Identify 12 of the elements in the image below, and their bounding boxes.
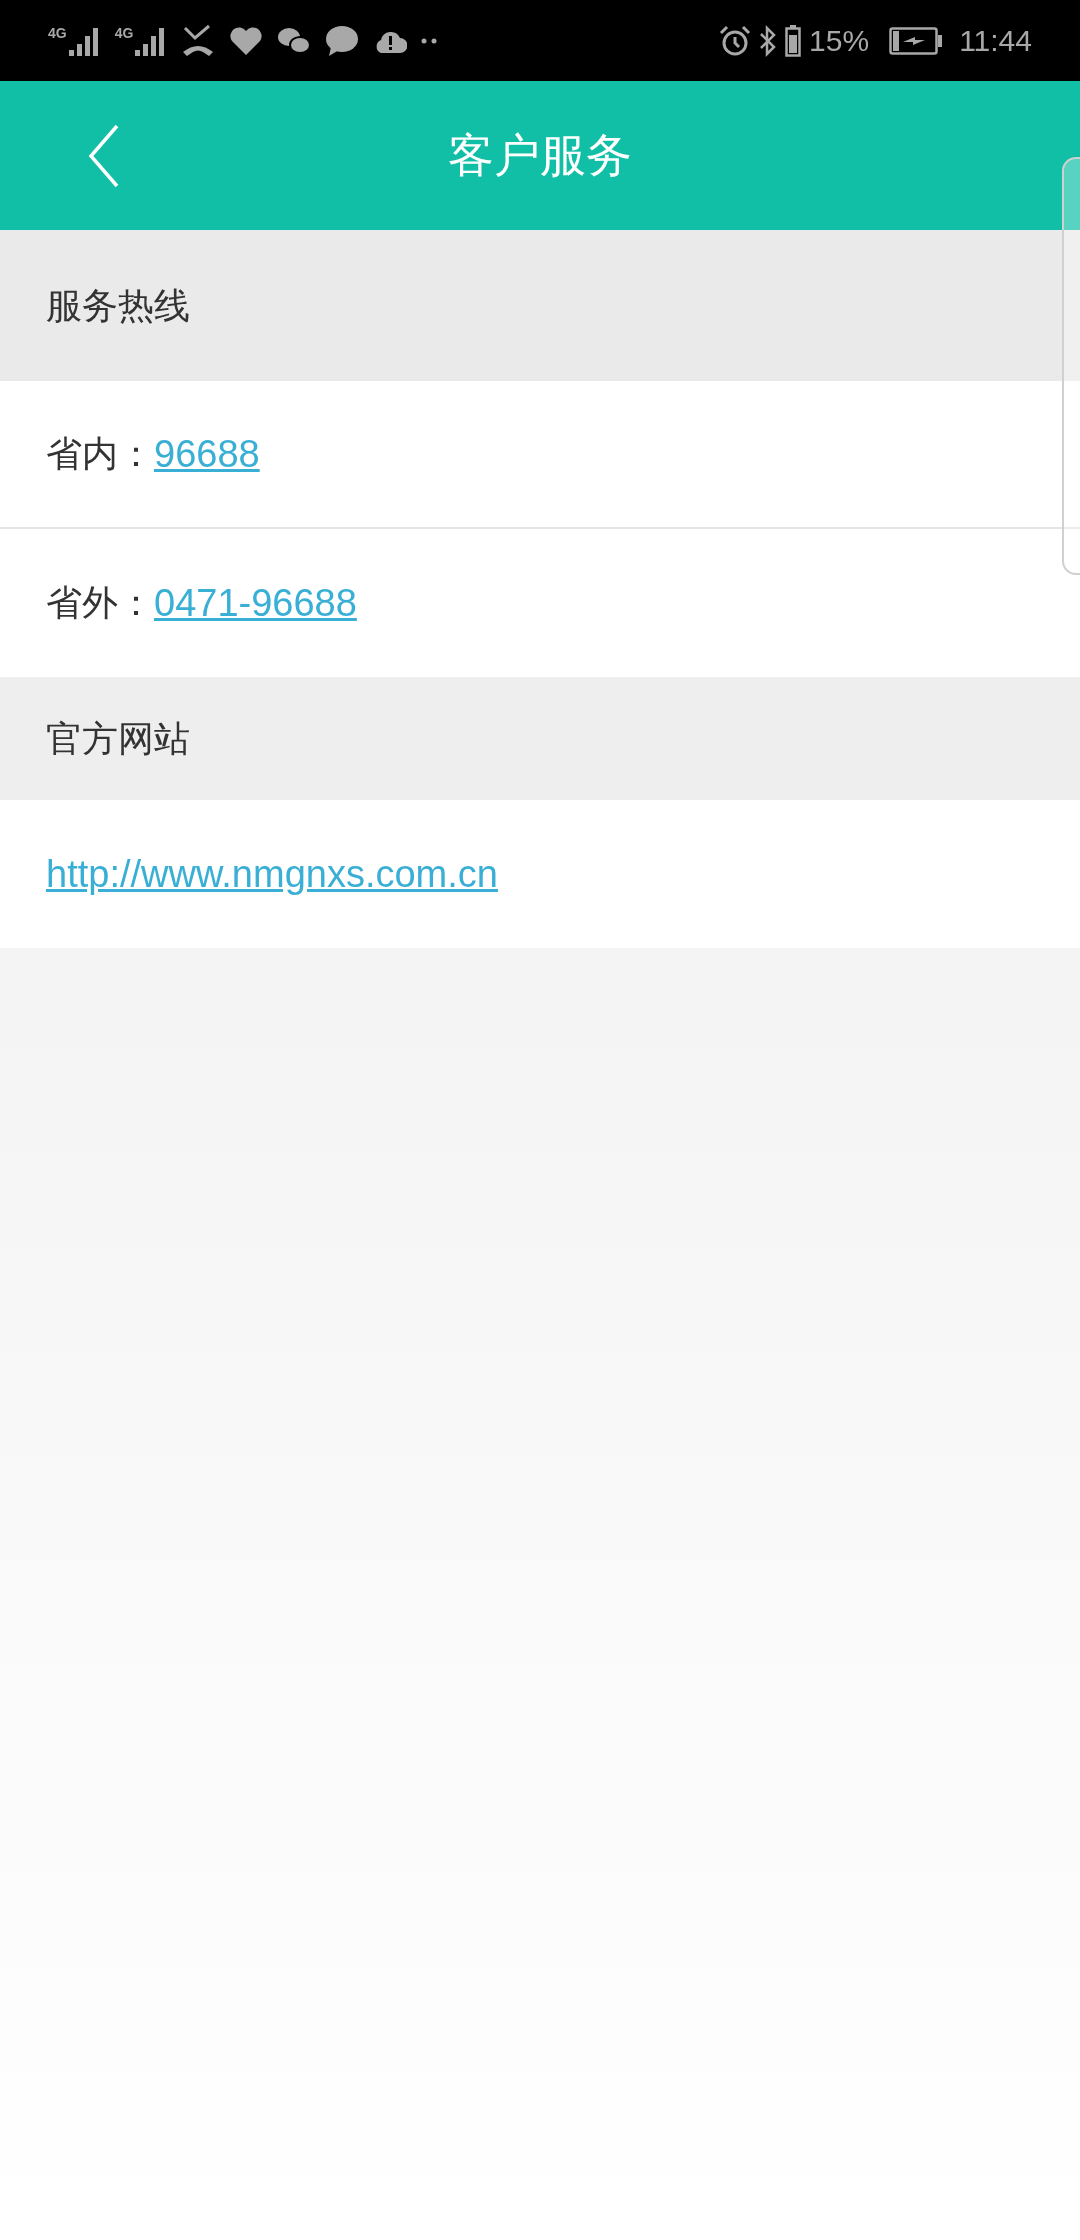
page-title: 客户服务 <box>448 128 632 183</box>
network-type: 4G <box>114 25 134 40</box>
row-label: 省内： <box>46 432 154 476</box>
section-title: 服务热线 <box>46 283 190 328</box>
link[interactable]: http://www.nmgnxs.com.cn <box>46 845 498 903</box>
link[interactable]: 96688 <box>154 425 260 483</box>
network-type: 4G <box>48 25 67 40</box>
battery-percent: 15% <box>809 23 870 59</box>
link[interactable]: 0471-96688 <box>154 574 357 632</box>
clock: 11:44 <box>959 23 1032 59</box>
section-title: 官方网站 <box>46 716 190 761</box>
row-label: 省外： <box>46 581 154 625</box>
